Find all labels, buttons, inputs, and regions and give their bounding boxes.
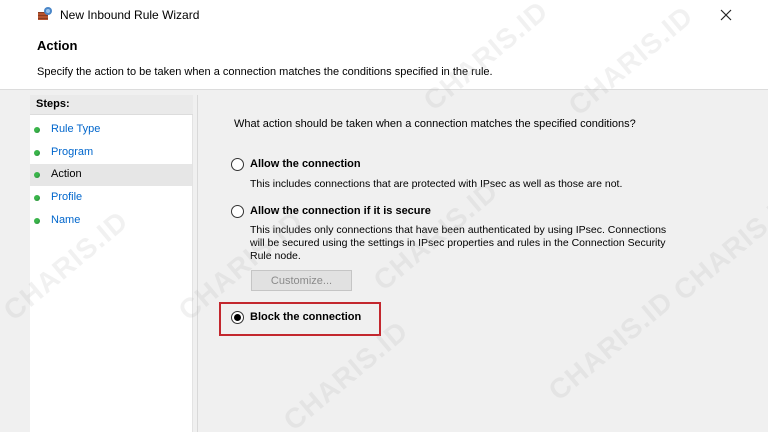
step-status-icon: [34, 195, 40, 201]
allow-connection-description: This includes connections that are prote…: [250, 178, 623, 190]
allow-secure-label[interactable]: Allow the connection if it is secure: [250, 205, 431, 217]
step-name[interactable]: Name: [30, 210, 192, 232]
firewall-wizard-icon: [38, 7, 52, 20]
window-title: New Inbound Rule Wizard: [60, 8, 200, 22]
allow-connection-label[interactable]: Allow the connection: [250, 158, 361, 170]
step-status-icon: [34, 172, 40, 178]
title-bar: New Inbound Rule Wizard: [0, 0, 768, 30]
page-header: Action Specify the action to be taken wh…: [0, 30, 768, 90]
step-profile[interactable]: Profile: [30, 187, 192, 209]
step-rule-type[interactable]: Rule Type: [30, 119, 192, 141]
allow-secure-description-line: Rule node.: [250, 250, 301, 262]
steps-heading: Steps:: [36, 98, 70, 110]
step-status-icon: [34, 150, 40, 156]
allow-secure-radio[interactable]: [231, 205, 244, 218]
steps-pane: Steps: Rule Type Program Action Profile …: [30, 95, 193, 432]
step-label: Profile: [51, 191, 83, 203]
action-question: What action should be taken when a conne…: [234, 118, 636, 130]
allow-connection-radio[interactable]: [231, 158, 244, 171]
step-label: Program: [51, 146, 94, 158]
step-label: Rule Type: [51, 123, 101, 135]
step-label: Name: [51, 214, 81, 226]
step-status-icon: [34, 127, 40, 133]
step-action[interactable]: Action: [30, 164, 192, 186]
content-pane: What action should be taken when a conne…: [197, 95, 738, 432]
customize-button[interactable]: Customize...: [251, 270, 352, 291]
step-status-icon: [34, 218, 40, 224]
allow-secure-description-line: This includes only connections that have…: [250, 224, 667, 236]
close-icon: [720, 9, 732, 21]
steps-heading-bar: Steps:: [30, 95, 193, 115]
page-title: Action: [37, 38, 78, 53]
step-label: Action: [51, 168, 82, 180]
step-program[interactable]: Program: [30, 142, 192, 164]
close-button[interactable]: [712, 2, 740, 28]
page-description: Specify the action to be taken when a co…: [37, 66, 493, 78]
selection-highlight-box: [219, 302, 381, 336]
allow-secure-description-line: will be secured using the settings in IP…: [250, 237, 666, 249]
